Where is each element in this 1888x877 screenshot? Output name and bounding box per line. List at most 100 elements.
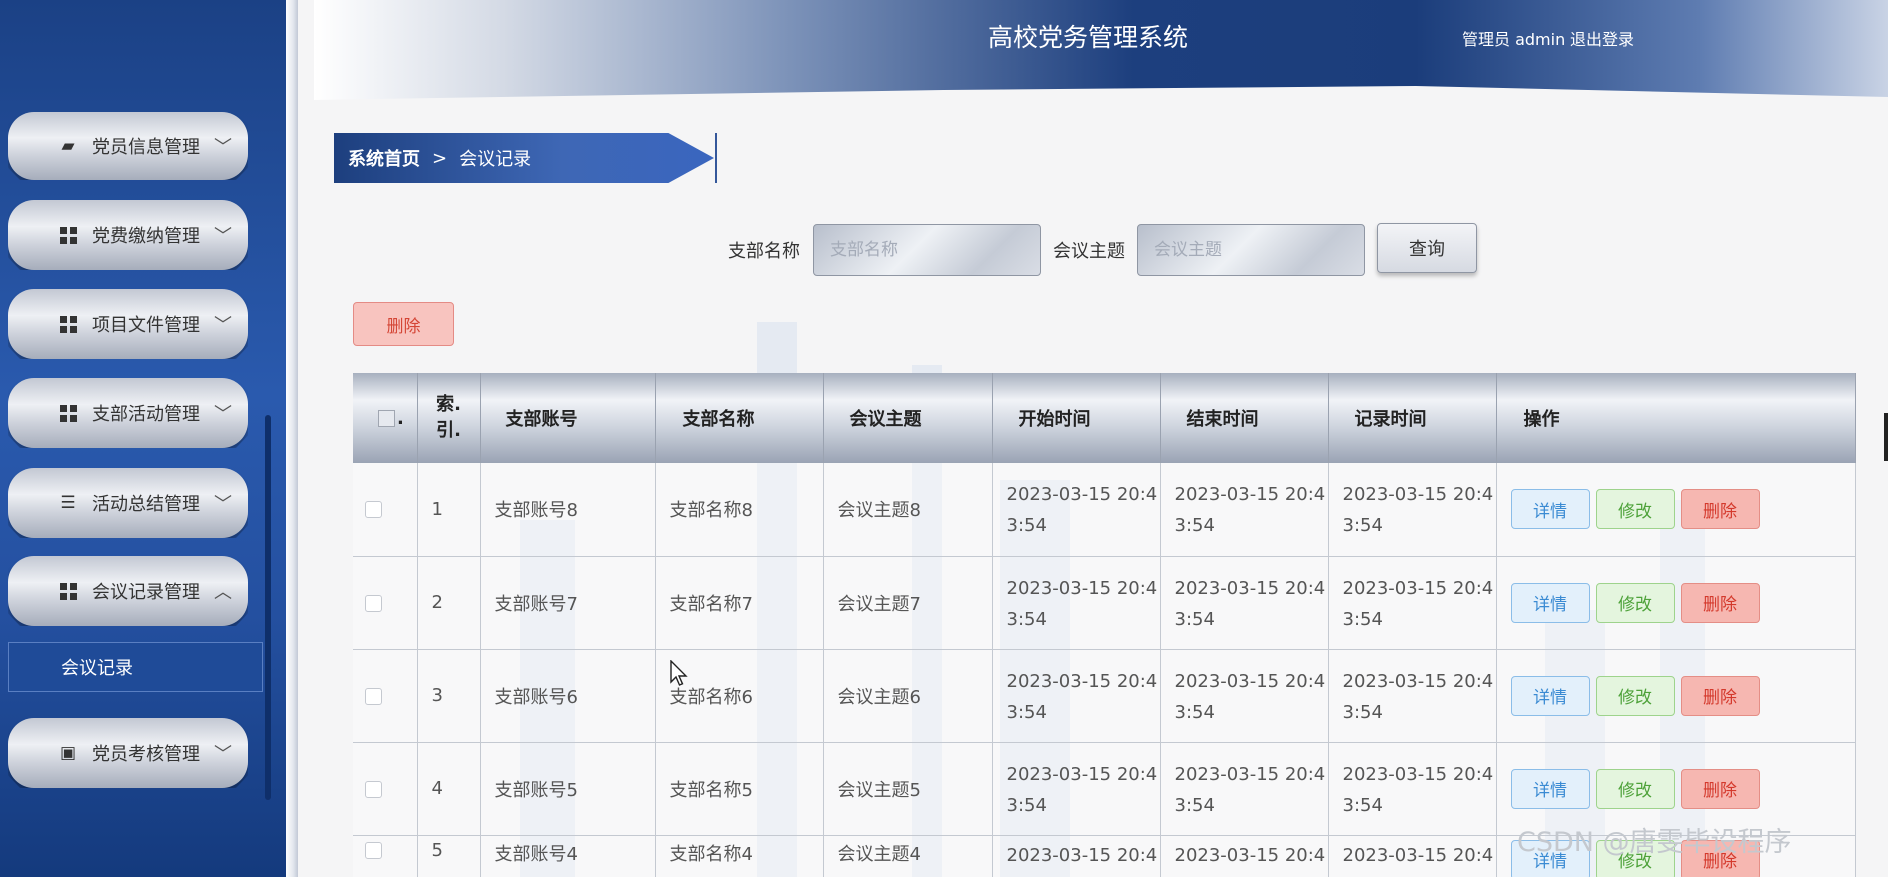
query-button[interactable]: 查询: [1377, 223, 1477, 273]
watermark: CSDN @唐雯毕设程序: [1517, 827, 1792, 858]
record-time-cell: 2023-03-15 20:4 3:54: [1328, 463, 1497, 557]
actions-cell: 详情 修改 删除: [1496, 556, 1856, 650]
end-time-cell: 2023-03-15 20:4 3:54: [1160, 649, 1329, 743]
start-time-cell: 2023-03-15 20:4 3:54: [992, 556, 1161, 650]
branch-name-input[interactable]: [813, 224, 1041, 276]
row-checkbox[interactable]: [365, 842, 382, 859]
branch-name-label: 支部名称: [728, 241, 800, 262]
wallet-icon: ▰: [61, 136, 75, 156]
breadcrumb-current: 会议记录: [459, 149, 532, 170]
record-date: 2023-03-15 20:4: [1342, 577, 1494, 599]
end-date: 2023-03-15 20:4: [1174, 844, 1326, 866]
detail-button[interactable]: 详情: [1510, 489, 1590, 530]
start-date: 2023-03-15 20:4: [1006, 763, 1158, 785]
end-date: 2023-03-15 20:4: [1174, 670, 1326, 692]
index-cell: 5: [417, 835, 481, 877]
delete-button[interactable]: 删除: [1680, 675, 1760, 716]
end-time: 3:54: [1174, 701, 1215, 723]
sidebar-item-branch-activity[interactable]: 支部活动管理 ﹀: [8, 378, 248, 448]
start-time: 3:54: [1006, 794, 1047, 816]
sidebar-item-fee-payment[interactable]: 党费缴纳管理 ﹀: [8, 200, 248, 270]
chevron-down-icon: ﹀: [214, 404, 232, 425]
row-checkbox[interactable]: [365, 780, 382, 798]
edit-button[interactable]: 修改: [1595, 768, 1675, 809]
chevron-down-icon: ﹀: [214, 494, 232, 515]
clipboard-icon: ▣: [59, 743, 77, 763]
column-header-index: 索. 引.: [417, 373, 481, 463]
start-date: 2023-03-15 20:4: [1006, 577, 1158, 599]
account-cell: 支部账号4: [480, 835, 656, 877]
column-header-name: 支部名称: [655, 373, 824, 463]
sidebar-item-label: 支部活动管理: [92, 404, 200, 425]
column-header-topic: 会议主题: [823, 373, 993, 463]
breadcrumb-separator: >: [432, 147, 448, 169]
column-header-actions: 操作: [1496, 373, 1856, 463]
breadcrumb: 系统首页 > 会议记录: [334, 133, 714, 183]
detail-button[interactable]: 详情: [1510, 768, 1590, 809]
breadcrumb-home[interactable]: 系统首页: [348, 145, 420, 171]
mouse-cursor-icon: [670, 660, 688, 686]
row-select-cell: [353, 556, 418, 650]
edit-button[interactable]: 修改: [1595, 582, 1675, 623]
edit-button[interactable]: 修改: [1595, 489, 1675, 530]
name-cell: 支部名称7: [655, 556, 824, 650]
start-time: 3:54: [1006, 515, 1047, 537]
chevron-up-icon: ︿: [214, 582, 232, 603]
sidebar-item-label: 会议记录管理: [92, 582, 200, 603]
sidebar-item-member-assessment[interactable]: ▣ 党员考核管理 ﹀: [8, 718, 248, 788]
end-date: 2023-03-15 20:4: [1174, 577, 1326, 599]
breadcrumb-divider: [715, 133, 717, 183]
sidebar-item-activity-summary[interactable]: ☰ 活动总结管理 ﹀: [8, 468, 248, 538]
row-select-cell: [353, 463, 418, 557]
meeting-topic-input[interactable]: [1137, 224, 1365, 276]
row-select-cell: [353, 835, 418, 877]
select-all-header: .: [353, 373, 418, 463]
delete-button[interactable]: 删除: [1680, 768, 1760, 809]
meeting-topic-label: 会议主题: [1053, 241, 1125, 262]
record-date: 2023-03-15 20:4: [1342, 844, 1494, 866]
sidebar-item-project-files[interactable]: 项目文件管理 ﹀: [8, 289, 248, 359]
row-checkbox[interactable]: [365, 594, 382, 612]
sidebar-scrollbar[interactable]: [265, 415, 271, 800]
delete-button[interactable]: 删除: [1680, 582, 1760, 623]
current-user: 管理员 admin: [1462, 30, 1566, 49]
delete-button[interactable]: 删除: [1680, 489, 1760, 530]
logout-link[interactable]: 退出登录: [1570, 26, 1634, 50]
end-time-cell: 2023-03-15 20:4 3:54: [1160, 742, 1329, 836]
record-date: 2023-03-15 20:4: [1342, 763, 1494, 785]
table-row: 1 支部账号8 支部名称8 会议主题8 2023-03-15 20:4 3:54 …: [353, 463, 1856, 557]
end-time-cell: 2023-03-15 20:4 3:54: [1160, 556, 1329, 650]
record-time-cell: 2023-03-15 20:4 3:54: [1328, 742, 1497, 836]
sidebar-item-label: 党员信息管理: [92, 137, 200, 158]
select-all-checkbox[interactable]: [378, 410, 395, 427]
sidebar-item-member-info[interactable]: ▰ 党员信息管理 ﹀: [8, 112, 248, 180]
end-time-cell: 2023-03-15 20:4 3:54: [1160, 463, 1329, 557]
edit-button[interactable]: 修改: [1595, 675, 1675, 716]
name-cell: 支部名称4: [655, 835, 824, 877]
sidebar-item-label: 党员考核管理: [92, 744, 200, 765]
column-header-account: 支部账号: [480, 373, 656, 463]
name-cell: 支部名称8: [655, 463, 824, 557]
account-cell: 支部账号5: [480, 742, 656, 836]
row-checkbox[interactable]: [365, 687, 382, 705]
topic-cell: 会议主题8: [823, 463, 993, 557]
detail-button[interactable]: 详情: [1510, 675, 1590, 716]
edge-marker: [1884, 413, 1888, 461]
start-date: 2023-03-15 20:4: [1006, 670, 1158, 692]
index-header-line1: 索.: [436, 394, 461, 415]
record-time-cell: 2023-03-15 20:4 3:54: [1328, 649, 1497, 743]
chevron-down-icon: ﹀: [214, 226, 232, 247]
end-time: 3:54: [1174, 515, 1215, 537]
row-checkbox[interactable]: [365, 501, 382, 519]
sidebar-edge: [286, 0, 298, 877]
table-row: 2 支部账号7 支部名称7 会议主题7 2023-03-15 20:4 3:54 …: [353, 556, 1856, 650]
meeting-records-table: . 索. 引. 支部账号 支部名称 会议主题 开始时间 结束时间 记录时间 操作 …: [353, 373, 1856, 877]
sidebar-item-meeting-records[interactable]: 会议记录管理 ︿: [8, 556, 248, 626]
start-time-cell: 2023-03-15 20:4 3:54: [992, 463, 1161, 557]
start-date: 2023-03-15 20:4: [1006, 484, 1158, 506]
sidebar-subitem-meeting-record[interactable]: 会议记录: [8, 642, 263, 692]
bulk-delete-button[interactable]: 删除: [353, 302, 454, 346]
detail-button[interactable]: 详情: [1510, 582, 1590, 623]
topic-cell: 会议主题4: [823, 835, 993, 877]
record-time-cell: 2023-03-15 20:4: [1328, 835, 1497, 877]
